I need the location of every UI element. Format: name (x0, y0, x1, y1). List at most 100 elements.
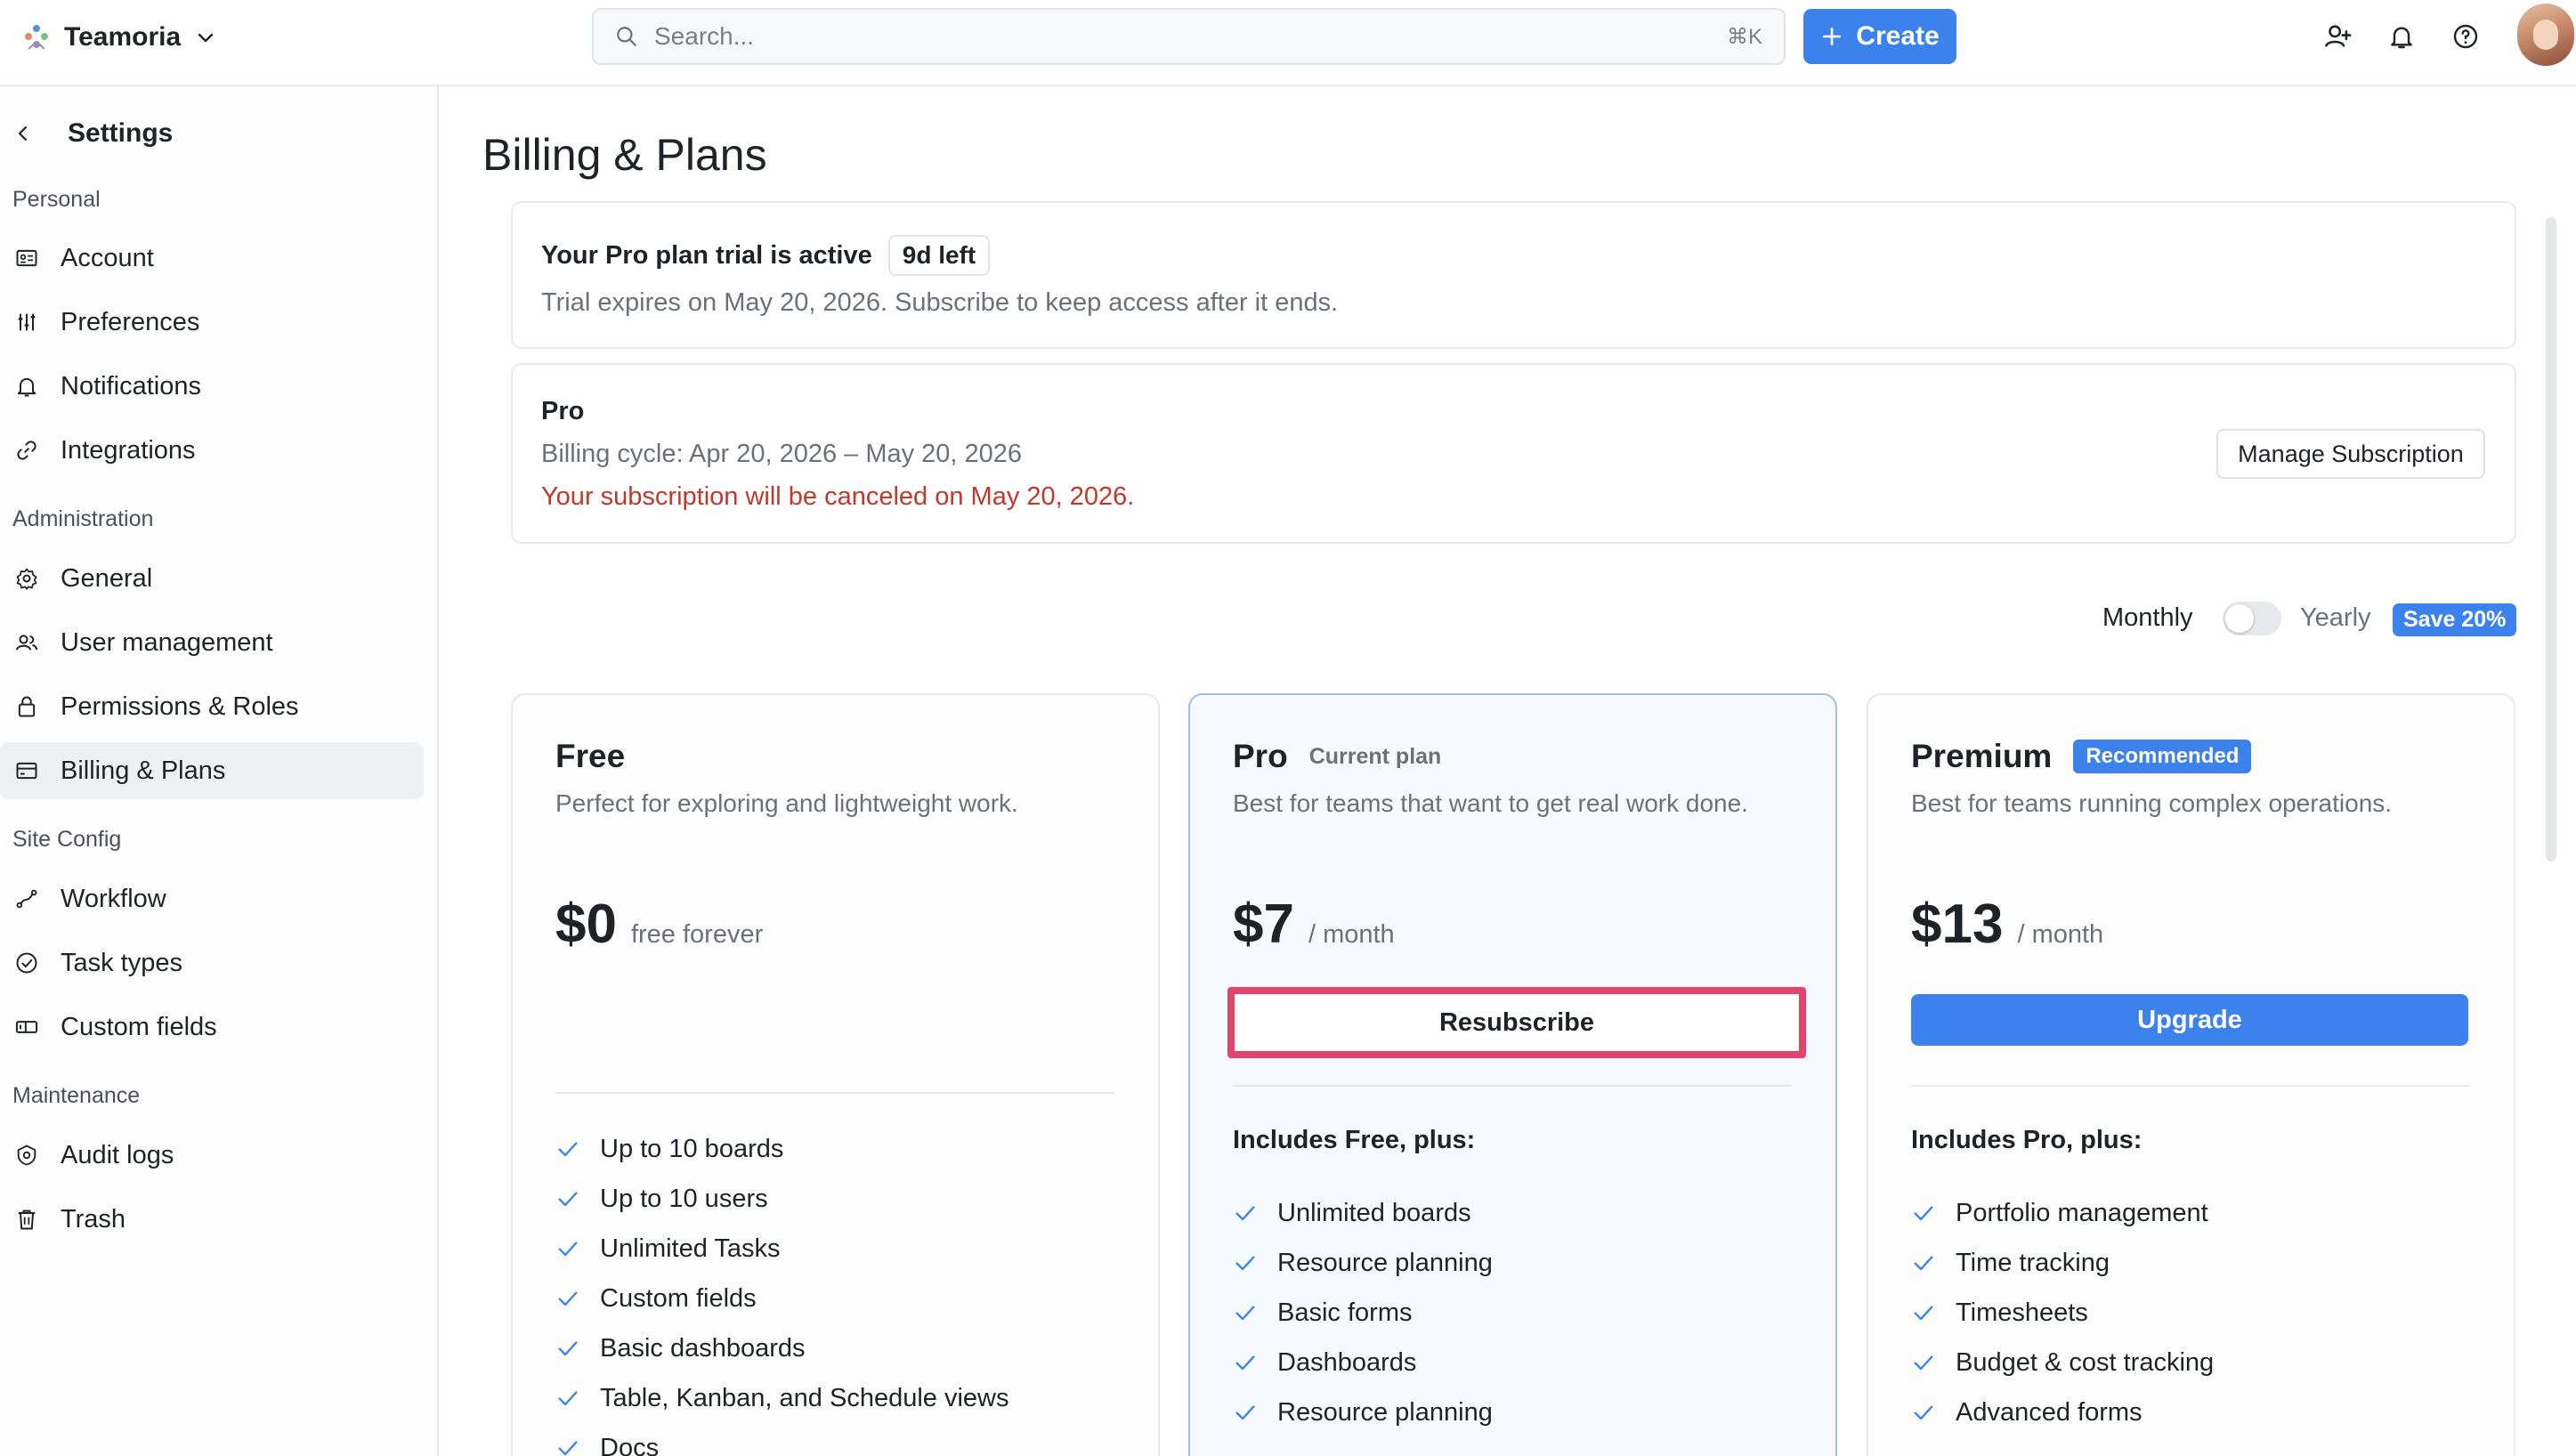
price-period: / month (1308, 920, 1395, 949)
resubscribe-button[interactable]: Resubscribe (1227, 987, 1806, 1058)
sidebar-item-label: User management (61, 627, 273, 657)
trash-icon (18, 1209, 36, 1230)
plan-price: $13 / month (1911, 893, 2103, 956)
sidebar-item-custom-fields[interactable]: Custom fields (0, 999, 424, 1056)
feature-list: Portfolio management Time tracking Timeshe… (1911, 1188, 2214, 1437)
billing-cycle: Billing cycle: Apr 20, 2026 – May 20, 20… (541, 440, 1023, 468)
card-icon (16, 762, 37, 780)
help-button[interactable] (2448, 19, 2483, 54)
price-amount: $7 (1233, 894, 1294, 955)
users-icon (15, 635, 38, 651)
chevron-left-icon (18, 125, 28, 142)
plan-title: Pro (1233, 738, 1288, 774)
feature-item: Time tracking (1911, 1238, 2214, 1288)
search-icon (617, 27, 636, 46)
plan-description: Best for teams that want to get real wor… (1233, 789, 1748, 817)
feature-list: Unlimited boards Resource planning Basic f… (1233, 1188, 1493, 1437)
user-avatar[interactable] (2517, 4, 2574, 66)
chevron-down-icon (198, 33, 214, 43)
feature-item: Unlimited Tasks (555, 1224, 1009, 1274)
sidebar-item-label: Custom fields (61, 1012, 217, 1041)
feature-label: Budget & cost tracking (1956, 1347, 2215, 1377)
feature-label: Resource planning (1277, 1248, 1493, 1277)
main-scrollbar[interactable] (2546, 217, 2556, 861)
feature-item: Basic forms (1233, 1288, 1493, 1338)
sidebar-item-user-management[interactable]: User management (0, 614, 424, 671)
check-icon (1235, 1306, 1255, 1321)
create-button[interactable]: Create (1803, 9, 1956, 64)
sidebar-item-general[interactable]: General (0, 550, 424, 607)
check-icon (558, 1341, 578, 1356)
check-icon (1235, 1256, 1255, 1271)
feature-label: Unlimited boards (1277, 1198, 1471, 1227)
subscription-card: Pro Billing cycle: Apr 20, 2026 – May 20… (511, 363, 2516, 544)
sidebar-item-account[interactable]: Account (0, 230, 424, 287)
sidebar-item-billing-plans[interactable]: Billing & Plans (0, 742, 424, 799)
sidebar-item-label: Notifications (61, 371, 201, 400)
notifications-button[interactable] (2384, 19, 2419, 54)
feature-item: Custom fields (555, 1274, 1009, 1323)
yearly-label[interactable]: Yearly (2300, 603, 2371, 633)
plan-card-pro: Pro Current plan Best for teams that wan… (1188, 693, 1837, 1456)
sidebar-item-workflow[interactable]: Workflow (0, 870, 424, 927)
check-icon (1914, 1355, 1933, 1371)
plan-price: $7 / month (1233, 893, 1395, 956)
sidebar-item-integrations[interactable]: Integrations (0, 422, 424, 479)
feature-item: Budget & cost tracking (1911, 1338, 2214, 1387)
sidebar-item-permissions-roles[interactable]: Permissions & Roles (0, 678, 424, 735)
feature-item: Up to 10 boards (555, 1124, 1009, 1174)
recommended-tag: Recommended (2073, 740, 2252, 773)
field-icon (15, 1021, 38, 1033)
cancel-warning: Your subscription will be canceled on Ma… (541, 482, 1135, 511)
check-icon (558, 1441, 578, 1456)
feature-item: Unlimited boards (1233, 1188, 1493, 1238)
sidebar-item-audit-logs[interactable]: Audit logs (0, 1127, 424, 1184)
sidebar-item-label: Account (61, 243, 154, 272)
search-input[interactable]: Search... ⌘K (592, 8, 1786, 65)
settings-sidebar: Settings Personal Account Preferences No… (0, 86, 439, 1456)
page-title: Billing & Plans (482, 130, 767, 180)
sidebar-item-label: Permissions & Roles (61, 692, 299, 721)
sidebar-item-notifications[interactable]: Notifications (0, 358, 424, 415)
sidebar-item-label: Audit logs (61, 1140, 174, 1169)
sidebar-item-label: Trash (61, 1204, 126, 1234)
feature-item: Resource planning (1233, 1387, 1493, 1437)
trial-days-badge: 9d left (887, 235, 991, 276)
sidebar-item-label: Workflow (61, 884, 166, 913)
check-circle-icon (16, 952, 37, 974)
sidebar-item-trash[interactable]: Trash (0, 1191, 424, 1248)
link-icon (17, 441, 36, 460)
sliders-icon (18, 313, 36, 331)
sidebar-item-label: Task types (61, 948, 182, 977)
shield-gear-icon (17, 1145, 36, 1166)
check-icon (1914, 1306, 1933, 1321)
sidebar-item-label: General (61, 563, 153, 593)
check-icon (558, 1192, 578, 1207)
bell-icon (2391, 27, 2412, 49)
divider (1911, 1085, 2470, 1087)
save-badge: Save 20% (2393, 603, 2517, 636)
user-plus-icon (2324, 25, 2352, 47)
billing-period-toggle[interactable] (2223, 602, 2281, 635)
price-amount: $0 (555, 894, 617, 955)
create-label: Create (1856, 21, 1940, 51)
settings-back-button[interactable]: Settings (12, 118, 173, 149)
sidebar-item-task-types[interactable]: Task types (0, 934, 424, 991)
feature-label: Docs (600, 1433, 660, 1456)
sidebar-item-preferences[interactable]: Preferences (0, 294, 424, 351)
feature-item: Table, Kanban, and Schedule views (555, 1373, 1009, 1423)
manage-subscription-button[interactable]: Manage Subscription (2216, 429, 2485, 479)
feature-label: Timesheets (1956, 1298, 2088, 1327)
sidebar-item-label: Integrations (61, 435, 196, 465)
invite-user-button[interactable] (2320, 19, 2355, 54)
section-site-config: Site Config (12, 827, 122, 852)
workspace-switcher[interactable]: Teamoria (23, 18, 216, 57)
feature-label: Resource planning (1277, 1397, 1493, 1427)
plan-title: Free (555, 738, 626, 774)
monthly-label[interactable]: Monthly (2102, 603, 2193, 633)
upgrade-button[interactable]: Upgrade (1911, 994, 2468, 1046)
workspace-name: Teamoria (64, 22, 182, 52)
current-plan-tag: Current plan (1308, 743, 1442, 769)
id-card-icon (16, 249, 37, 267)
price-amount: $13 (1911, 894, 2004, 955)
